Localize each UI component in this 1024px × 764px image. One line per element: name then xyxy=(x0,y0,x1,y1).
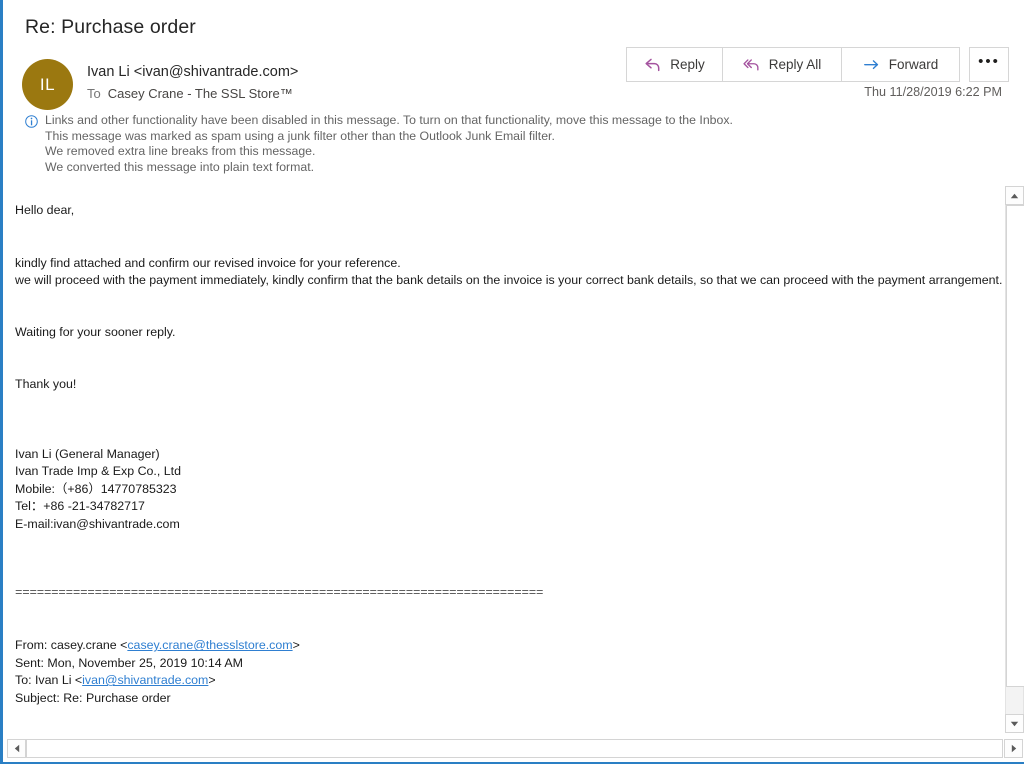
more-actions-button[interactable]: ••• xyxy=(969,47,1009,82)
info-bar-text: Links and other functionality have been … xyxy=(45,113,733,176)
message-body-viewport: Hello dear, kindly find attached and con… xyxy=(6,185,1006,736)
quoted-from-prefix: From: casey.crane < xyxy=(15,638,128,653)
quoted-to-prefix: To: Ivan Li < xyxy=(15,673,83,688)
horizontal-scrollbar-thumb[interactable] xyxy=(26,739,1003,758)
action-toolbar: Reply Reply All Forward ••• xyxy=(626,47,1009,82)
reply-button-label: Reply xyxy=(670,57,705,72)
message-body: Hello dear, kindly find attached and con… xyxy=(15,185,1003,736)
vertical-scrollbar[interactable] xyxy=(1003,185,1024,736)
page-title: Re: Purchase order xyxy=(25,16,196,38)
quoted-subject-line: Subject: Re: Purchase order xyxy=(15,690,171,705)
ellipsis-icon: ••• xyxy=(978,53,1000,70)
info-line: We converted this message into plain tex… xyxy=(45,160,315,175)
horizontal-scrollbar[interactable] xyxy=(6,738,1024,760)
signature-line: Ivan Li (General Manager) xyxy=(15,446,160,461)
avatar: IL xyxy=(22,59,73,110)
signature-line: Ivan Trade Imp & Exp Co., Ltd xyxy=(15,464,181,479)
sender-name: Ivan Li <ivan@shivantrade.com> xyxy=(87,64,299,80)
quoted-to-line: To: Ivan Li <ivan@shivantrade.com> xyxy=(15,672,995,689)
quoted-to-email-link[interactable]: ivan@shivantrade.com xyxy=(82,673,208,687)
recipient-row: To Casey Crane - The SSL Store™ xyxy=(87,85,298,102)
quoted-from-email-link[interactable]: casey.crane@thesslstore.com xyxy=(127,638,292,652)
horizontal-scrollbar-track[interactable] xyxy=(26,739,1003,758)
info-line: This message was marked as spam using a … xyxy=(45,128,555,143)
body-line: kindly find attached and confirm our rev… xyxy=(15,255,401,270)
signature-line: Tel：+86 -21-34782717 xyxy=(15,499,145,514)
info-line: We removed extra line breaks from this m… xyxy=(45,144,316,159)
caret-left-icon[interactable] xyxy=(7,739,26,758)
reply-all-button-label: Reply All xyxy=(768,57,822,72)
caret-up-icon[interactable] xyxy=(1005,186,1024,205)
forward-arrow-icon xyxy=(863,57,881,73)
signature-line: Mobile:（+86）14770785323 xyxy=(15,481,177,496)
caret-down-icon[interactable] xyxy=(1005,714,1024,733)
message-header: Re: Purchase order IL Ivan Li <ivan@shiv… xyxy=(3,0,1024,182)
reading-pane: Re: Purchase order IL Ivan Li <ivan@shiv… xyxy=(0,0,1024,764)
vertical-scrollbar-thumb[interactable] xyxy=(1006,205,1024,687)
body-line: we will proceed with the payment immedia… xyxy=(15,272,1003,287)
to-label: To xyxy=(87,86,101,101)
sender-block: Ivan Li <ivan@shivantrade.com> To Casey C… xyxy=(87,62,298,102)
body-line: Thank you! xyxy=(15,377,77,392)
vertical-scrollbar-track[interactable] xyxy=(1005,205,1024,715)
info-bar: Links and other functionality have been … xyxy=(25,113,733,176)
reply-arrow-icon xyxy=(644,57,662,73)
recipient-names: Casey Crane - The SSL Store™ xyxy=(107,86,293,101)
quoted-from-suffix: > xyxy=(292,638,300,653)
reply-all-button[interactable]: Reply All xyxy=(722,47,842,82)
signature-line: E-mail:ivan@shivantrade.com xyxy=(15,516,180,531)
caret-right-icon[interactable] xyxy=(1004,739,1023,758)
quoted-from-line: From: casey.crane <casey.crane@thesslsto… xyxy=(15,637,995,654)
avatar-initials: IL xyxy=(39,74,56,94)
quoted-to-suffix: > xyxy=(208,673,216,688)
info-circle-icon xyxy=(25,115,38,133)
body-line: Waiting for your sooner reply. xyxy=(15,325,176,340)
quoted-sent-line: Sent: Mon, November 25, 2019 10:14 AM xyxy=(15,655,243,670)
reply-button[interactable]: Reply xyxy=(626,47,723,82)
info-line: Links and other functionality have been … xyxy=(45,113,733,127)
reply-all-arrow-icon xyxy=(743,57,761,73)
sent-timestamp: Thu 11/28/2019 6:22 PM xyxy=(864,85,1002,99)
separator-rule: ========================================… xyxy=(15,586,544,601)
body-greeting: Hello dear, xyxy=(15,203,75,218)
forward-button-label: Forward xyxy=(888,57,939,72)
forward-button[interactable]: Forward xyxy=(841,47,960,82)
